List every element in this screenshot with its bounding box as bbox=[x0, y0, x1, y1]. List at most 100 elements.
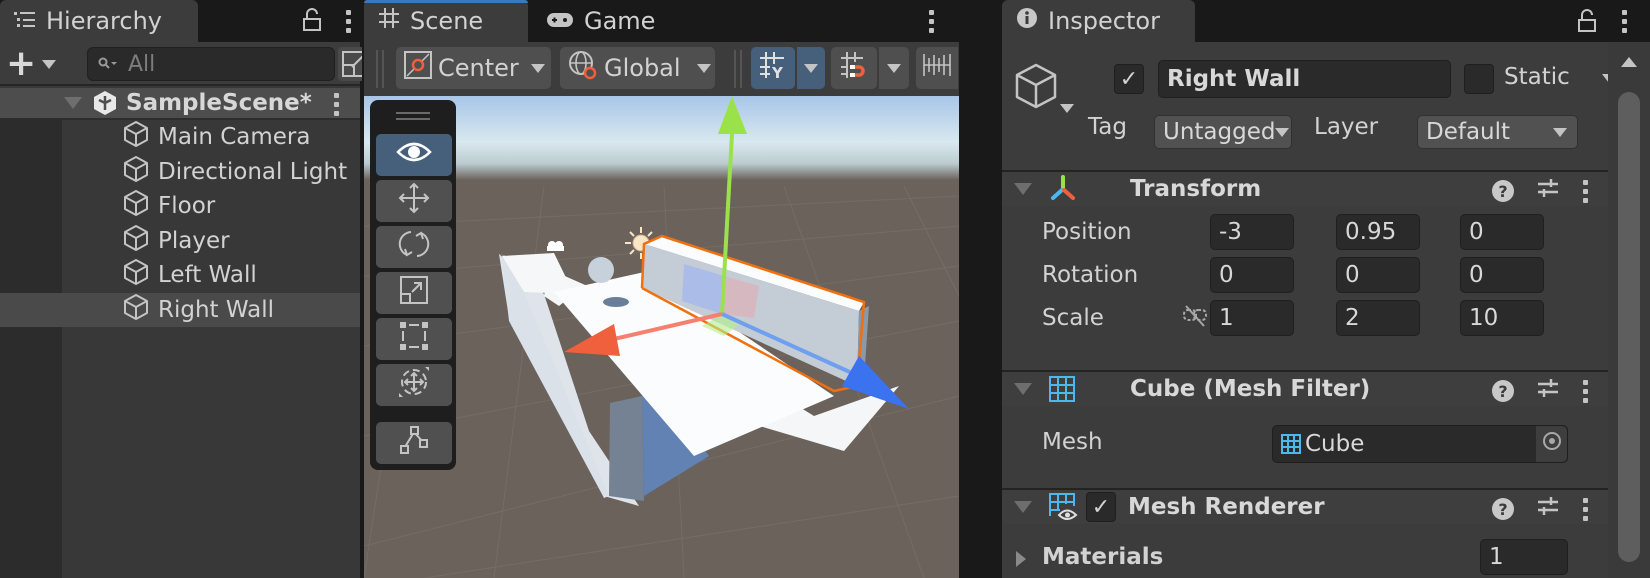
hierarchy-menu-icon[interactable] bbox=[345, 10, 351, 33]
hierarchy-item[interactable]: Floor bbox=[62, 189, 360, 224]
list-icon bbox=[14, 7, 36, 35]
hierarchy-scene-row[interactable]: SampleScene* bbox=[0, 88, 360, 120]
grid-snapping-button[interactable] bbox=[831, 47, 877, 89]
object-name-field[interactable]: Right Wall bbox=[1158, 60, 1451, 98]
hierarchy-item[interactable]: Left Wall bbox=[62, 258, 360, 293]
scale-x-field[interactable]: 1 bbox=[1210, 300, 1294, 336]
lock-icon[interactable] bbox=[1577, 9, 1597, 39]
hierarchy-item-label: Player bbox=[158, 227, 230, 254]
rotation-x-field[interactable]: 0 bbox=[1210, 257, 1294, 293]
unity-scene-icon bbox=[92, 90, 118, 116]
player-sphere[interactable] bbox=[588, 257, 614, 283]
tag-dropdown[interactable]: Untagged bbox=[1154, 115, 1292, 149]
icon-dropdown-chevron-icon[interactable] bbox=[1060, 104, 1074, 113]
view-tool-button[interactable] bbox=[376, 134, 452, 176]
globe-icon bbox=[568, 50, 598, 86]
scroll-up-arrow-icon[interactable] bbox=[1621, 57, 1637, 67]
hierarchy-item-label: Main Camera bbox=[158, 124, 311, 151]
move-tool-button[interactable] bbox=[376, 180, 452, 222]
collapse-arrow-icon[interactable] bbox=[64, 97, 82, 109]
grid-visibility-button[interactable]: Y bbox=[751, 47, 795, 89]
tab-inspector[interactable]: Inspector bbox=[1002, 0, 1195, 42]
grid-y-icon: Y bbox=[758, 50, 788, 86]
overlay-grip-handle[interactable] bbox=[396, 112, 430, 120]
materials-size-field[interactable]: 1 bbox=[1480, 539, 1568, 575]
hierarchy-item[interactable]: Player bbox=[62, 224, 360, 259]
rotate-tool-button[interactable] bbox=[376, 226, 452, 268]
tab-hierarchy[interactable]: Hierarchy bbox=[0, 0, 198, 42]
chevron-down-icon bbox=[696, 63, 711, 73]
mesh-object-field[interactable]: Cube bbox=[1272, 425, 1568, 463]
lock-icon[interactable] bbox=[302, 8, 322, 38]
hierarchy-search-input[interactable]: All bbox=[87, 47, 335, 81]
inspector-scrollbar[interactable] bbox=[1608, 42, 1650, 578]
materials-label[interactable]: Materials bbox=[1042, 544, 1163, 570]
presets-icon[interactable] bbox=[1536, 494, 1560, 524]
increment-snap-button[interactable] bbox=[916, 47, 958, 89]
position-z-field[interactable]: 0 bbox=[1460, 214, 1544, 250]
hierarchy-list: Main Camera Directional Light Floor Play… bbox=[0, 120, 360, 327]
scene-viewport[interactable] bbox=[364, 96, 959, 578]
hierarchy-gutter bbox=[0, 120, 62, 578]
component-menu-icon[interactable] bbox=[1582, 497, 1588, 521]
hierarchy-item-selected[interactable]: Right Wall bbox=[0, 292, 360, 327]
component-menu-icon[interactable] bbox=[1582, 179, 1588, 203]
collapse-arrow-icon[interactable] bbox=[1014, 183, 1032, 195]
scale-tool-button[interactable] bbox=[376, 272, 452, 314]
rect-tool-button[interactable] bbox=[376, 318, 452, 360]
position-y-field[interactable]: 0.95 bbox=[1336, 214, 1420, 250]
scale-y-field[interactable]: 2 bbox=[1336, 300, 1420, 336]
transform-header[interactable]: Transform ? bbox=[1002, 170, 1608, 206]
help-icon[interactable]: ? bbox=[1492, 380, 1514, 402]
help-icon[interactable]: ? bbox=[1492, 180, 1514, 202]
presets-icon[interactable] bbox=[1536, 176, 1560, 206]
presets-icon[interactable] bbox=[1536, 376, 1560, 406]
snap-options-dropdown[interactable] bbox=[879, 47, 909, 89]
mesh-filter-header[interactable]: Cube (Mesh Filter) ? bbox=[1002, 370, 1608, 406]
active-checkbox[interactable]: ✓ bbox=[1114, 64, 1144, 94]
collapse-arrow-icon[interactable] bbox=[1014, 501, 1032, 513]
tab-game[interactable]: Game bbox=[532, 0, 669, 42]
hierarchy-item[interactable]: Main Camera bbox=[62, 120, 360, 155]
object-picker-button[interactable] bbox=[1536, 426, 1567, 462]
rotation-z-field[interactable]: 0 bbox=[1460, 257, 1544, 293]
mesh-renderer-enabled-checkbox[interactable]: ✓ bbox=[1086, 492, 1116, 522]
gameobject-cube-icon bbox=[122, 120, 150, 154]
rotate-icon bbox=[397, 227, 431, 267]
component-menu-icon[interactable] bbox=[1582, 379, 1588, 403]
grid-options-dropdown[interactable] bbox=[797, 47, 825, 89]
scene-menu-icon[interactable] bbox=[928, 10, 934, 33]
hierarchy-toolbar: + All bbox=[0, 42, 372, 86]
scene-menu-icon[interactable] bbox=[333, 93, 339, 116]
mesh-renderer-header[interactable]: ✓ Mesh Renderer ? bbox=[1002, 488, 1608, 524]
create-button[interactable]: + bbox=[6, 46, 64, 82]
static-checkbox[interactable] bbox=[1464, 64, 1494, 94]
expand-arrow-icon[interactable] bbox=[1016, 551, 1026, 567]
help-icon[interactable]: ? bbox=[1492, 498, 1514, 520]
pivot-rotation-dropdown[interactable]: Global bbox=[560, 47, 715, 89]
constrain-proportions-icon[interactable] bbox=[1182, 304, 1210, 334]
inspector-menu-icon[interactable] bbox=[1621, 10, 1627, 33]
layer-dropdown[interactable]: Default bbox=[1417, 115, 1578, 149]
scale-icon bbox=[399, 275, 429, 311]
tab-scene[interactable]: Scene bbox=[364, 0, 528, 42]
collapse-arrow-icon[interactable] bbox=[1014, 383, 1032, 395]
toolbar-grip[interactable] bbox=[376, 50, 384, 88]
scale-label: Scale bbox=[1042, 305, 1104, 331]
scale-z-field[interactable]: 10 bbox=[1460, 300, 1544, 336]
gameobject-cube-icon[interactable] bbox=[1012, 62, 1060, 120]
position-x-field[interactable]: -3 bbox=[1210, 214, 1294, 250]
eye-icon bbox=[396, 140, 432, 170]
player-shadow bbox=[603, 297, 629, 307]
toolbar-grip[interactable] bbox=[734, 50, 742, 88]
rotation-y-field[interactable]: 0 bbox=[1336, 257, 1420, 293]
custom-editor-tool-button[interactable] bbox=[376, 422, 452, 464]
pivot-mode-dropdown[interactable]: Center bbox=[396, 47, 551, 89]
object-name-value: Right Wall bbox=[1167, 66, 1301, 92]
move-arrows-icon bbox=[397, 181, 431, 221]
transform-tool-button[interactable] bbox=[376, 364, 452, 406]
search-placeholder: All bbox=[128, 51, 156, 77]
hierarchy-item[interactable]: Directional Light bbox=[62, 155, 360, 190]
scrollbar-thumb[interactable] bbox=[1618, 92, 1640, 562]
chevron-down-icon bbox=[804, 63, 818, 73]
